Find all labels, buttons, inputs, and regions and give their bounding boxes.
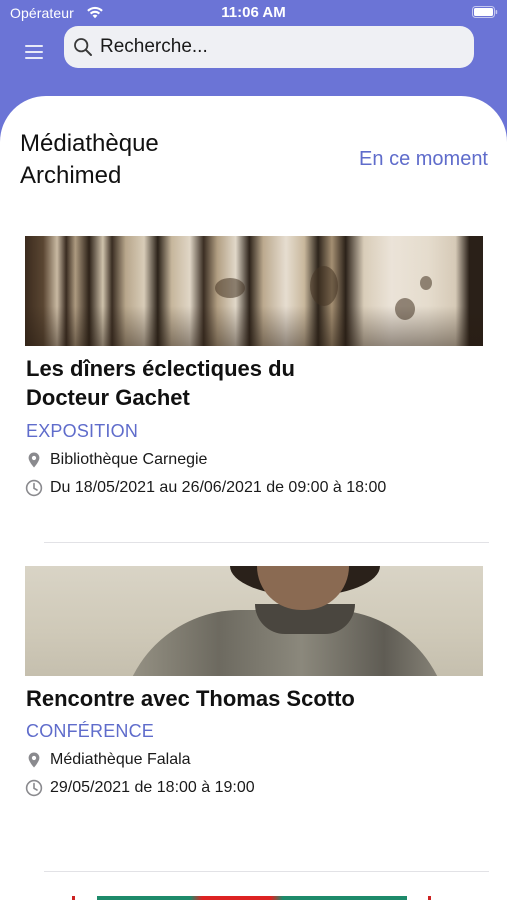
battery-icon [472, 6, 498, 18]
event-type-badge: CONFÉRENCE [26, 721, 155, 741]
event-image [25, 566, 483, 676]
hamburger-menu-icon[interactable] [22, 41, 46, 63]
divider [44, 871, 489, 872]
status-bar: Opérateur 11:06 AM [0, 0, 507, 26]
divider [44, 542, 489, 543]
event-dates: 29/05/2021 de 18:00 à 19:00 [25, 778, 255, 798]
search-input[interactable] [100, 26, 460, 68]
search-bar[interactable] [64, 26, 474, 68]
event-dates-text: 29/05/2021 de 18:00 à 19:00 [50, 779, 255, 796]
event-location: Médiathèque Falala [25, 750, 191, 770]
clock-time: 11:06 AM [221, 4, 286, 21]
event-card[interactable]: Rencontre avec Thomas Scotto CONFÉRENCE … [25, 566, 485, 816]
library-title: Médiathèque Archimed [20, 130, 159, 189]
event-image-peek-edge [428, 896, 431, 900]
event-card[interactable]: Les dîners éclectiques du Docteur Gachet… [25, 236, 485, 516]
event-location: Bibliothèque Carnegie [25, 450, 207, 470]
event-dates-text: Du 18/05/2021 au 26/06/2021 de 09:00 à 1… [50, 479, 387, 496]
location-pin-icon [28, 752, 40, 768]
event-title: Rencontre avec Thomas Scotto [26, 686, 355, 711]
event-image-peek [97, 896, 407, 900]
event-location-text: Bibliothèque Carnegie [50, 451, 208, 468]
clock-icon [25, 479, 43, 497]
event-dates: Du 18/05/2021 au 26/06/2021 de 09:00 à 1… [25, 478, 386, 498]
location-pin-icon [28, 452, 40, 468]
main-sheet: Médiathèque Archimed En ce moment Les dî… [0, 96, 507, 900]
now-link[interactable]: En ce moment [359, 148, 488, 171]
event-location-text: Médiathèque Falala [50, 751, 191, 768]
event-title: Les dîners éclectiques du Docteur Gachet [26, 356, 295, 410]
clock-icon [25, 779, 43, 797]
event-image-peek-edge [72, 896, 75, 900]
event-image [25, 236, 483, 346]
search-icon [74, 38, 92, 56]
event-type-badge: EXPOSITION [26, 421, 139, 441]
